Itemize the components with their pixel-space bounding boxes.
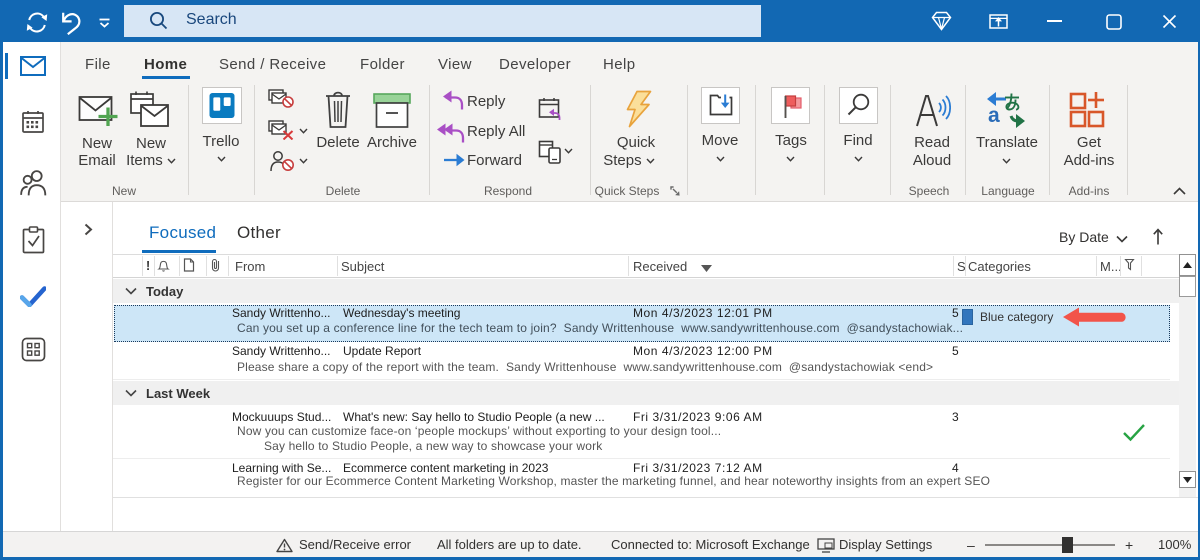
svg-text:a: a [988,104,1000,127]
